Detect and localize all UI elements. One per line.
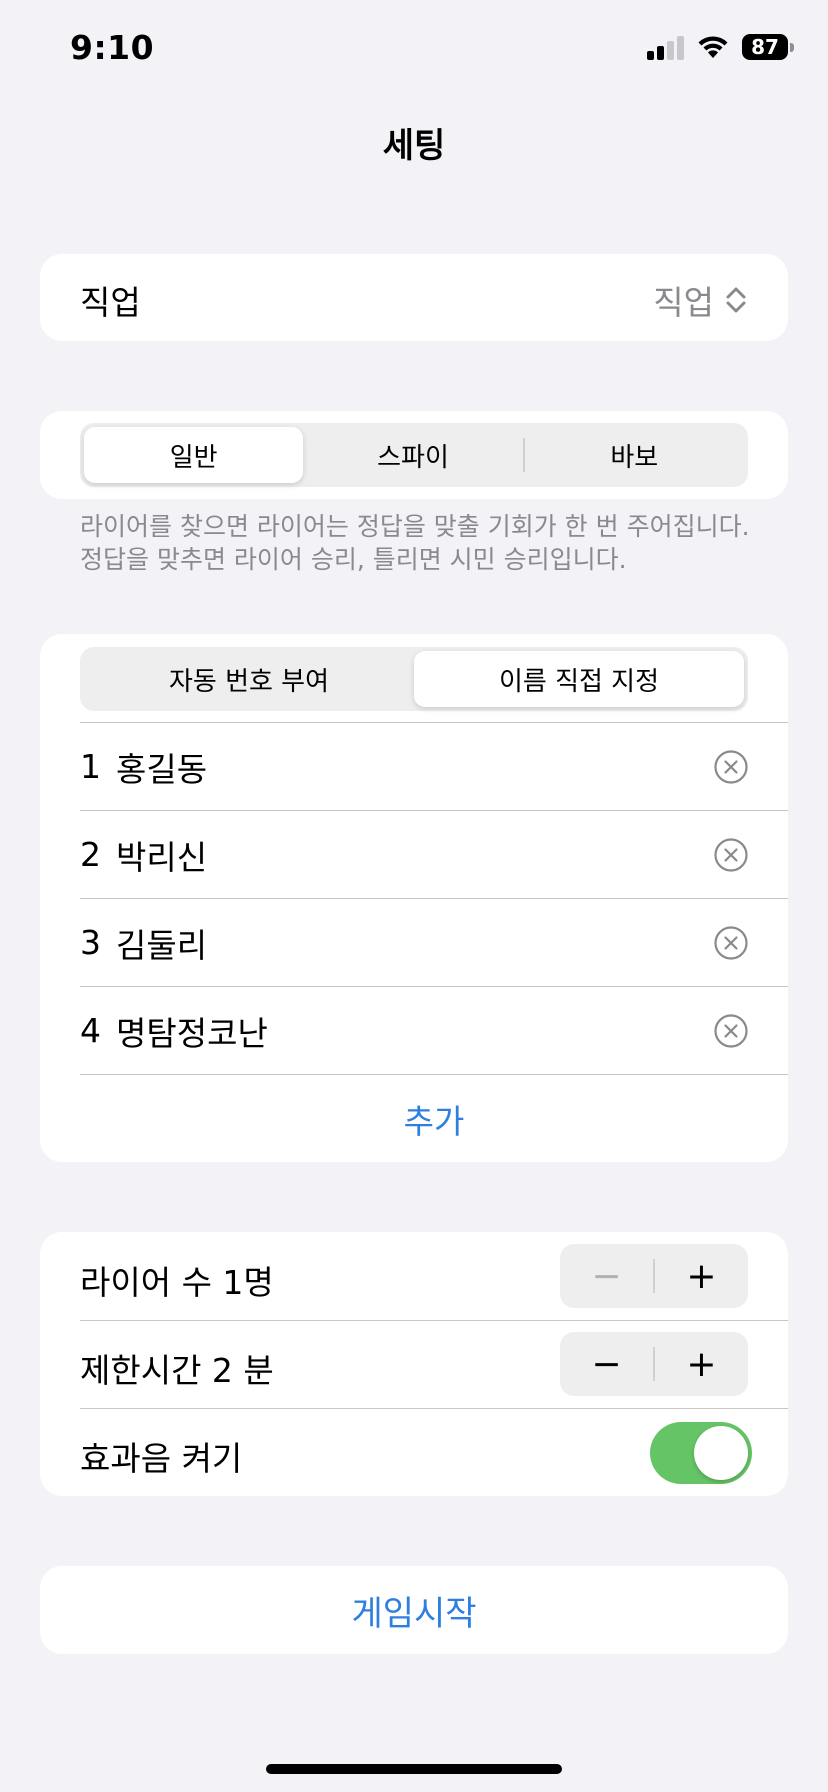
mode-description-line: 정답을 맞추면 라이어 승리, 틀리면 시민 승리입니다.	[80, 545, 627, 574]
segment-auto-number[interactable]: 자동 번호 부여	[84, 651, 414, 707]
status-bar: 9:10 87	[0, 0, 828, 100]
job-picker-row[interactable]: 직업 직업	[40, 254, 788, 341]
job-value: 직업	[653, 283, 714, 322]
player-number: 4	[80, 1011, 101, 1050]
player-name[interactable]: 김둘리	[116, 919, 207, 967]
list-item[interactable]: 1 홍길동	[80, 722, 788, 810]
list-item[interactable]: 2 박리신	[80, 810, 788, 898]
liar-count-decrement-button[interactable]: −	[560, 1244, 653, 1308]
liar-count-label: 라이어 수 1명	[80, 1263, 274, 1302]
home-indicator[interactable]	[266, 1764, 562, 1774]
status-icons: 87	[647, 34, 794, 60]
remove-circle-icon[interactable]	[714, 837, 748, 872]
segment-fool[interactable]: 바보	[525, 427, 744, 483]
time-limit-stepper: − +	[560, 1332, 748, 1396]
player-number: 3	[80, 923, 101, 962]
player-name[interactable]: 홍길동	[116, 743, 207, 791]
mode-segmented-control: 일반 스파이 바보	[80, 423, 748, 487]
sound-toggle[interactable]	[650, 1422, 752, 1484]
mode-description: 라이어를 찾으면 라이어는 정답을 맞출 기회가 한 번 주어집니다. 정답을 …	[80, 510, 780, 576]
time-limit-row: 제한시간 2 분 − +	[40, 1320, 788, 1408]
time-limit-label: 제한시간 2 분	[80, 1351, 274, 1390]
divider	[80, 1320, 788, 1321]
time-limit-increment-button[interactable]: +	[655, 1332, 748, 1396]
divider	[80, 1408, 788, 1409]
player-number: 1	[80, 747, 101, 786]
mode-card: 일반 스파이 바보	[40, 411, 788, 499]
liar-count-row: 라이어 수 1명 − +	[40, 1232, 788, 1320]
remove-circle-icon[interactable]	[714, 925, 748, 960]
player-number: 2	[80, 835, 101, 874]
remove-circle-icon[interactable]	[714, 749, 748, 784]
page-title: 세팅	[382, 126, 446, 166]
toggle-knob	[694, 1426, 748, 1480]
chevron-up-down-icon	[726, 287, 746, 313]
battery-icon: 87	[742, 34, 794, 60]
player-name[interactable]: 박리신	[116, 831, 207, 879]
list-item[interactable]: 4 명탐정코난	[80, 986, 788, 1074]
player-name[interactable]: 명탐정코난	[116, 1007, 268, 1055]
liar-count-stepper: − +	[560, 1244, 748, 1308]
remove-circle-icon[interactable]	[714, 1013, 748, 1048]
segment-custom-name[interactable]: 이름 직접 지정	[414, 651, 744, 707]
job-picker[interactable]: 직업	[653, 276, 748, 324]
segment-spy[interactable]: 스파이	[303, 427, 522, 483]
battery-level: 87	[742, 34, 788, 60]
naming-segmented-control: 자동 번호 부여 이름 직접 지정	[80, 647, 748, 711]
list-item[interactable]: 3 김둘리	[80, 898, 788, 986]
sound-row: 효과음 켜기	[40, 1408, 788, 1496]
status-time: 9:10	[70, 28, 155, 67]
add-player-button[interactable]: 추가	[80, 1074, 788, 1163]
players-card: 자동 번호 부여 이름 직접 지정 1 홍길동 2 박리신 3 김둘리 4 명탐…	[40, 634, 788, 1162]
mode-description-line: 라이어를 찾으면 라이어는 정답을 맞출 기회가 한 번 주어집니다.	[80, 512, 750, 541]
wifi-icon	[698, 36, 728, 58]
liar-count-increment-button[interactable]: +	[655, 1244, 748, 1308]
signal-icon	[647, 34, 684, 60]
sound-label: 효과음 켜기	[80, 1439, 243, 1478]
options-card: 라이어 수 1명 − + 제한시간 2 분 − + 효과음 켜기	[40, 1232, 788, 1496]
time-limit-decrement-button[interactable]: −	[560, 1332, 653, 1396]
segment-normal[interactable]: 일반	[84, 427, 304, 483]
job-label: 직업	[80, 283, 141, 322]
start-game-button[interactable]: 게임시작	[40, 1566, 788, 1654]
